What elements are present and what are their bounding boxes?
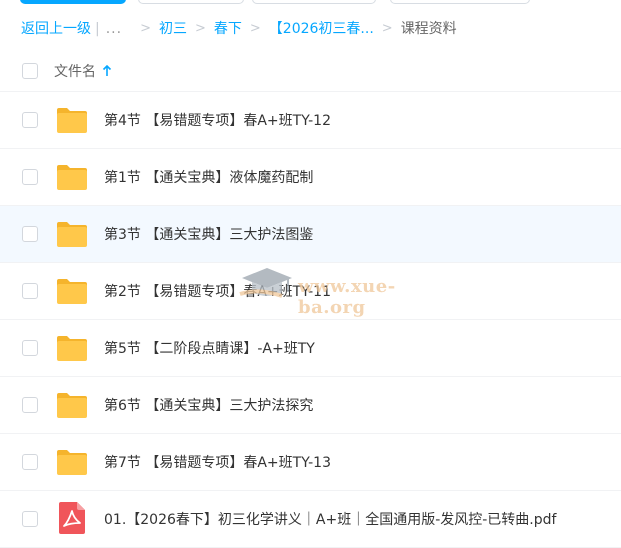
file-name[interactable]: 第2节 【易错题专项】春A+班TY-11 (104, 281, 331, 301)
breadcrumb-more[interactable]: ... (106, 19, 122, 39)
file-name[interactable]: 第7节 【易错题专项】春A+班TY-13 (104, 452, 331, 472)
file-row[interactable]: 第1节 【通关宝典】液体魔药配制 (0, 149, 621, 206)
breadcrumb-item[interactable]: 初三 (159, 19, 187, 39)
file-name[interactable]: 第3节 【通关宝典】三大护法图鉴 (104, 224, 313, 244)
toolbar-button[interactable] (390, 0, 530, 4)
file-list-header: 文件名 (0, 54, 621, 88)
chevron-right-icon: > (381, 21, 393, 36)
row-checkbox[interactable] (22, 283, 38, 299)
breadcrumb-divider: | (95, 21, 100, 37)
file-row[interactable]: 第5节 【二阶段点睛课】-A+班TY (0, 320, 621, 377)
folder-icon (57, 222, 87, 247)
folder-icon (57, 336, 87, 361)
column-label: 文件名 (54, 64, 96, 80)
file-row[interactable]: 第7节 【易错题专项】春A+班TY-13 (0, 434, 621, 491)
row-checkbox[interactable] (22, 511, 38, 527)
row-checkbox[interactable] (22, 454, 38, 470)
folder-icon (57, 165, 87, 190)
file-row[interactable]: 01.【2026春下】初三化学讲义｜A+班｜全国通用版-发风控-已转曲.pdf (0, 491, 621, 548)
breadcrumb: 返回上一级 | ... > 初三 > 春下 > 【2026初三春... > 课程… (21, 19, 617, 39)
file-name[interactable]: 01.【2026春下】初三化学讲义｜A+班｜全国通用版-发风控-已转曲.pdf (104, 509, 556, 529)
row-checkbox[interactable] (22, 226, 38, 242)
sort-by-name-button[interactable]: 文件名 (54, 61, 112, 81)
folder-icon (57, 279, 87, 304)
file-name[interactable]: 第6节 【通关宝典】三大护法探究 (104, 395, 313, 415)
file-row[interactable]: 第4节 【易错题专项】春A+班TY-12 (0, 91, 621, 149)
file-row[interactable]: 第6节 【通关宝典】三大护法探究 (0, 377, 621, 434)
primary-toolbar-button[interactable] (20, 0, 126, 4)
file-name[interactable]: 第4节 【易错题专项】春A+班TY-12 (104, 110, 331, 130)
folder-icon (57, 393, 87, 418)
row-checkbox[interactable] (22, 112, 38, 128)
file-name[interactable]: 第5节 【二阶段点睛课】-A+班TY (104, 338, 315, 358)
file-row[interactable]: 第2节 【易错题专项】春A+班TY-11 (0, 263, 621, 320)
file-list: 第4节 【易错题专项】春A+班TY-12 第1节 【通关宝典】液体魔药配制 第3… (0, 91, 621, 548)
folder-icon (57, 450, 87, 475)
toolbar-button[interactable] (138, 0, 244, 4)
chevron-right-icon: > (249, 21, 261, 36)
file-row[interactable]: 第3节 【通关宝典】三大护法图鉴 (0, 206, 621, 263)
chevron-right-icon: > (194, 21, 206, 36)
toolbar-button[interactable] (252, 0, 376, 4)
chevron-right-icon: > (140, 21, 151, 36)
select-all-checkbox[interactable] (22, 63, 38, 79)
file-name[interactable]: 第1节 【通关宝典】液体魔药配制 (104, 167, 313, 187)
row-checkbox[interactable] (22, 169, 38, 185)
back-link[interactable]: 返回上一级 (21, 19, 91, 39)
pdf-file-icon (59, 502, 85, 534)
row-checkbox[interactable] (22, 340, 38, 356)
breadcrumb-item[interactable]: 【2026初三春... (269, 19, 374, 39)
folder-icon (57, 108, 87, 133)
breadcrumb-current: 课程资料 (400, 21, 457, 37)
breadcrumb-item[interactable]: 春下 (214, 19, 242, 39)
row-checkbox[interactable] (22, 397, 38, 413)
arrow-up-icon (102, 65, 112, 76)
